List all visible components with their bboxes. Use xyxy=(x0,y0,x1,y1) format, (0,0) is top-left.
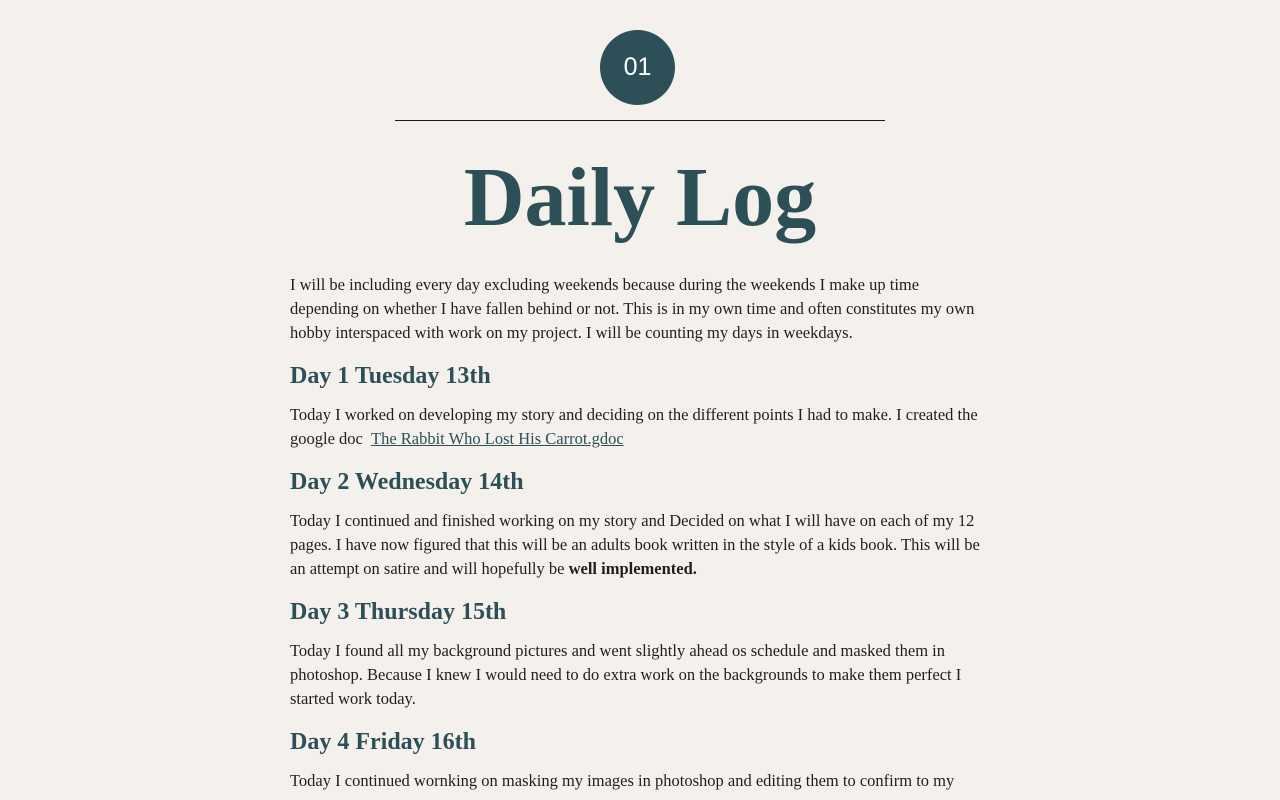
day-text: Today I worked on developing my story an… xyxy=(290,403,990,451)
day-heading: Day 3 Thursday 15th xyxy=(290,599,507,625)
page-number-badge: 01 xyxy=(600,30,675,105)
gdoc-link[interactable]: The Rabbit Who Lost His Carrot.gdoc xyxy=(371,429,624,448)
document-page: 01 Daily Log I will be including every d… xyxy=(0,0,1280,800)
divider-line xyxy=(395,120,885,121)
page-title: Daily Log xyxy=(463,151,817,244)
day-text: Today I continued and finished working o… xyxy=(290,509,990,581)
day-entry-1: Day 1 Tuesday 13th Today I worked on dev… xyxy=(290,361,990,451)
day-entry-2: Day 2 Wednesday 14th Today I continued a… xyxy=(290,467,990,581)
day-heading: Day 2 Wednesday 14th xyxy=(290,469,524,495)
day-text: Today I found all my background pictures… xyxy=(290,641,962,708)
log-content: I will be including every day excluding … xyxy=(290,273,990,800)
day-entry-3: Day 3 Thursday 15th Today I found all my… xyxy=(290,597,990,711)
day-heading: Day 4 Friday 16th xyxy=(290,729,476,755)
day-entry-4: Day 4 Friday 16th Today I continued worn… xyxy=(290,727,990,800)
day-text-bold: well implemented. xyxy=(568,559,697,578)
day-heading: Day 1 Tuesday 13th xyxy=(290,363,491,389)
day-text: Today I continued wornking on masking my… xyxy=(290,771,955,800)
intro-paragraph: I will be including every day excluding … xyxy=(290,275,975,342)
